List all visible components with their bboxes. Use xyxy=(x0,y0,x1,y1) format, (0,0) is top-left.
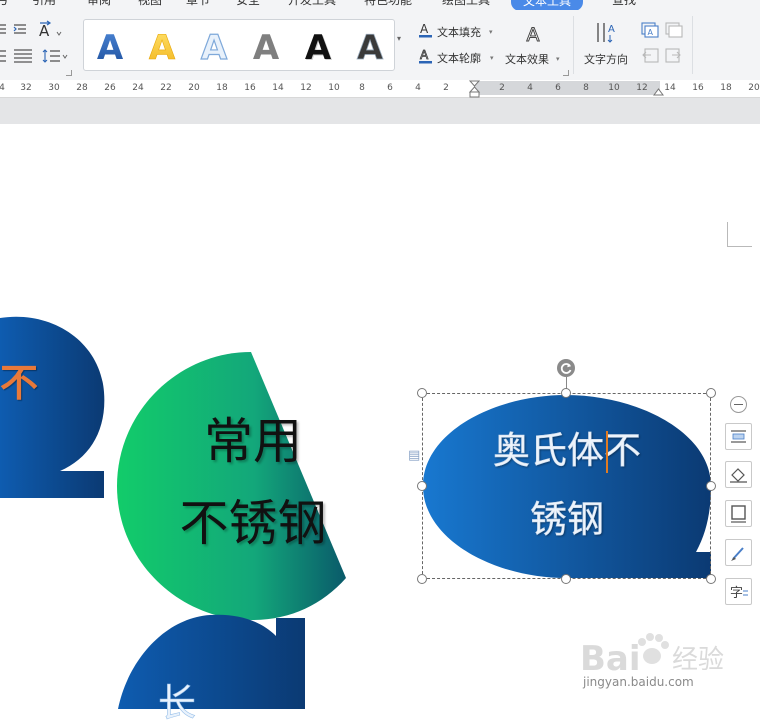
left-callout-text[interactable]: 不 xyxy=(0,352,38,407)
left-callout-shape[interactable] xyxy=(0,316,105,498)
object-anchor-icon[interactable]: ▤ xyxy=(408,448,420,463)
watermark-brand-text: Bai xyxy=(580,639,641,679)
paw-print-icon xyxy=(638,633,669,664)
resize-handle-top[interactable] xyxy=(561,388,571,398)
text-wrap-button[interactable]: 字 xyxy=(725,578,752,605)
resize-handle-bottom-left[interactable] xyxy=(417,574,427,584)
svg-text:字: 字 xyxy=(730,586,743,601)
bottom-callout-text[interactable]: 长 xyxy=(158,672,197,727)
green-pie-shape[interactable] xyxy=(117,352,346,620)
green-circle-text-line2[interactable]: 不锈钢 xyxy=(153,496,353,552)
resize-handle-right[interactable] xyxy=(706,481,716,491)
bottom-callout-shape[interactable] xyxy=(118,614,305,709)
layout-options-icon xyxy=(731,430,746,443)
selection-frame xyxy=(422,393,711,579)
green-circle-text-line1[interactable]: 常用 xyxy=(153,414,353,470)
fill-bucket-icon xyxy=(730,468,747,483)
shape-fill-button[interactable] xyxy=(725,461,752,488)
rotate-handle-icon[interactable] xyxy=(556,358,576,378)
collapse-quick-toolbar-button[interactable] xyxy=(730,396,747,413)
outline-square-icon xyxy=(731,505,746,523)
watermark-brand-text-2: 经验 xyxy=(672,645,724,675)
resize-handle-top-left[interactable] xyxy=(417,388,427,398)
watermark-url: jingyan.baidu.com xyxy=(583,675,694,689)
drawing-canvas xyxy=(0,316,711,709)
brush-icon xyxy=(731,547,744,561)
shape-outline-button[interactable] xyxy=(725,500,752,527)
format-painter-button[interactable] xyxy=(725,539,752,566)
resize-handle-top-right[interactable] xyxy=(706,388,716,398)
text-format-icon: 字 xyxy=(730,586,748,601)
resize-handle-left[interactable] xyxy=(417,481,427,491)
resize-handle-bottom[interactable] xyxy=(561,574,571,584)
layout-options-button[interactable] xyxy=(725,423,752,450)
resize-handle-bottom-right[interactable] xyxy=(706,574,716,584)
